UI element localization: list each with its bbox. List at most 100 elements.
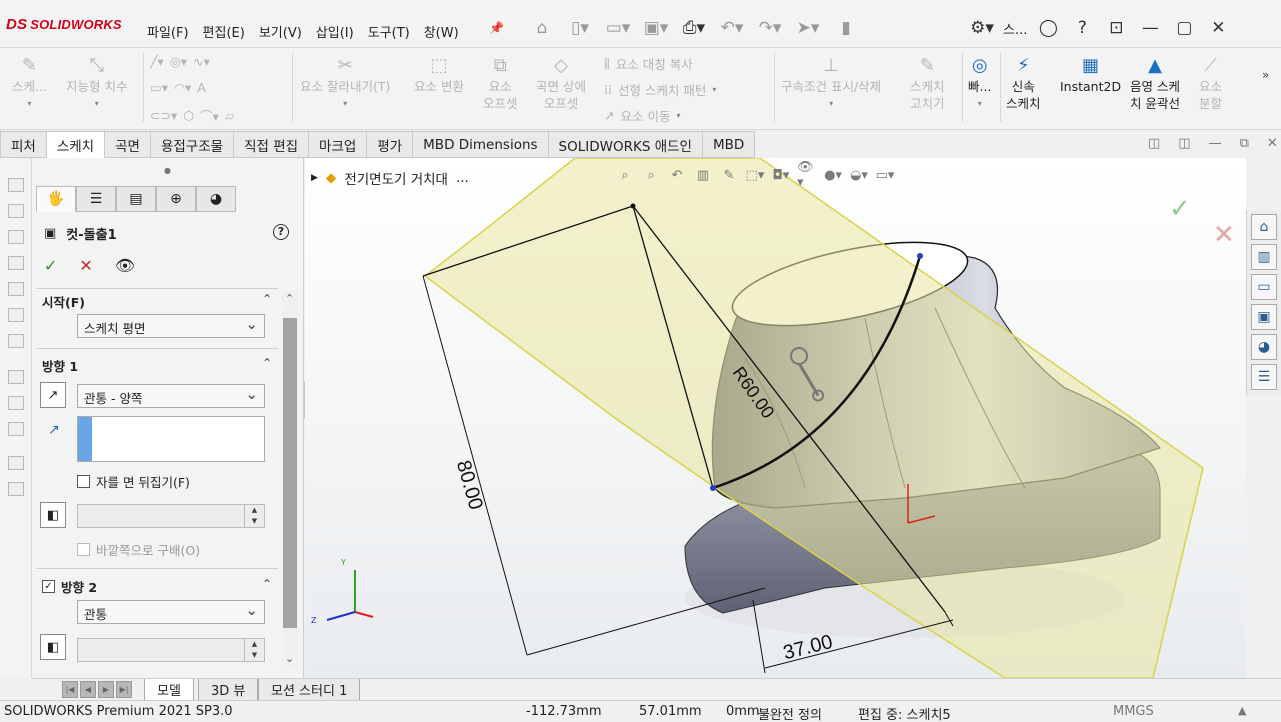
sweep-icon[interactable]: [8, 230, 24, 244]
graphics-area[interactable]: R60.00 80.00 37.00 Y Z ▶ ◆ 전기면도기 거치대 ...…: [305, 158, 1246, 678]
doc-restore-icon[interactable]: ⧉: [1240, 136, 1249, 151]
tab-3d-view[interactable]: 3D 뷰: [198, 679, 259, 701]
split-entities-button[interactable]: ⟋ 요소 분할: [1199, 54, 1222, 112]
sketch-point[interactable]: [917, 253, 923, 259]
tile-icon-2[interactable]: ◫: [1178, 136, 1190, 151]
next-tab-icon[interactable]: ▶: [98, 681, 114, 698]
tab-evaluate[interactable]: 평가: [367, 131, 414, 158]
solidworks-resources-icon[interactable]: ⌂: [1251, 214, 1277, 240]
pin-icon[interactable]: 📌: [489, 21, 504, 35]
line-icon[interactable]: ╱▾: [150, 54, 164, 69]
apply-scene-icon[interactable]: ◒▾: [849, 166, 869, 184]
flip-side-to-cut-checkbox[interactable]: 자를 면 뒤집기(F): [77, 472, 190, 491]
tab-weldments[interactable]: 용접구조물: [150, 131, 235, 158]
offset-on-surface-button[interactable]: ◇ 곡면 상에 오프셋: [536, 54, 586, 112]
arc-icon[interactable]: ◠▾: [174, 80, 191, 95]
save-icon[interactable]: ▣▾: [642, 14, 670, 42]
tile-icon[interactable]: ◫: [1148, 136, 1160, 151]
revolve-icon[interactable]: [8, 204, 24, 218]
fillet-icon[interactable]: ⌒▾: [200, 106, 219, 125]
view-settings-icon[interactable]: ▭▾: [875, 166, 895, 184]
solidworks-logo[interactable]: DS SOLIDWORKS: [6, 16, 122, 33]
reverse-direction-icon[interactable]: ↗: [40, 382, 66, 408]
reference-geometry-icon[interactable]: [8, 482, 24, 496]
maximize-icon[interactable]: ▢: [1167, 14, 1201, 42]
ok-button[interactable]: ✓: [44, 256, 57, 275]
unit-menu-icon[interactable]: ▲: [1238, 704, 1246, 717]
smart-dimension-button[interactable]: ⤡ 지능형 치수 ▾: [66, 54, 127, 112]
collapse-from-icon[interactable]: ⌃: [262, 292, 272, 306]
start-condition-select[interactable]: 스케치 평면: [77, 314, 265, 338]
display-delete-relations-button[interactable]: ⊥ 구속조건 표시/삭제 ▾: [781, 54, 881, 112]
menu-view[interactable]: 보기(V): [252, 16, 309, 47]
display-manager-tab-icon[interactable]: ◕: [196, 186, 236, 212]
draft-angle-input[interactable]: ▲ ▼: [77, 504, 265, 528]
open-icon[interactable]: ▭▾: [604, 14, 632, 42]
loft-icon[interactable]: [8, 256, 24, 270]
convert-entities-button[interactable]: ⬚ 요소 변환: [414, 54, 464, 95]
expand-tree-icon[interactable]: ▶: [311, 173, 318, 183]
close-icon[interactable]: ✕: [1201, 14, 1235, 42]
confirm-corner-cancel-icon[interactable]: ✕: [1213, 220, 1235, 250]
tab-addins[interactable]: SOLIDWORKS 애드인: [548, 131, 703, 158]
sketch-button[interactable]: ✎ 스케... ▾: [12, 54, 47, 112]
grip-icon[interactable]: ●: [164, 166, 171, 175]
display-style-icon[interactable]: ◘▾: [771, 166, 791, 184]
menu-window[interactable]: 창(W): [417, 16, 466, 47]
section-direction1-heading[interactable]: 방향 1: [42, 356, 78, 375]
circle-icon[interactable]: ◎▾: [170, 54, 187, 69]
file-explorer-icon[interactable]: ▭: [1251, 274, 1277, 300]
design-library-icon[interactable]: ▥: [1251, 244, 1277, 270]
draft2-toggle-icon[interactable]: ◧: [40, 634, 66, 660]
menu-edit[interactable]: 편집(E): [196, 16, 252, 47]
draft-icon[interactable]: [8, 396, 24, 410]
options-icon[interactable]: ⚙▾: [965, 14, 999, 42]
scroll-up-icon[interactable]: ⌃: [285, 292, 294, 305]
tab-mbd-dimensions[interactable]: MBD Dimensions: [413, 131, 549, 158]
spline-icon[interactable]: ∿▾: [193, 54, 210, 69]
draft-outward-checkbox[interactable]: 바깥쪽으로 구배(O): [77, 540, 200, 559]
tab-motion-study[interactable]: 모션 스터디 1: [258, 679, 361, 701]
dynamic-annotation-icon[interactable]: ✎: [719, 166, 739, 184]
restore-window-icon[interactable]: ⊡: [1099, 14, 1133, 42]
draft2-angle-input[interactable]: ▲ ▼: [77, 638, 265, 662]
boundary-icon[interactable]: [8, 282, 24, 296]
tab-surfaces[interactable]: 곡면: [105, 131, 151, 158]
repair-sketch-button[interactable]: ✎ 스케치 고치기: [910, 54, 945, 112]
cancel-button[interactable]: ✕: [79, 256, 92, 275]
section-view-icon[interactable]: ▥: [693, 166, 713, 184]
configuration-manager-tab-icon[interactable]: ▤: [116, 186, 156, 212]
slot-icon[interactable]: ⊂⊃▾: [150, 108, 177, 123]
help-button[interactable]: ?: [273, 224, 289, 240]
user-icon[interactable]: ◯: [1031, 14, 1065, 42]
collapse-direction2-icon[interactable]: ⌃: [262, 577, 272, 591]
tab-model[interactable]: 모델: [144, 679, 194, 701]
sketch-point[interactable]: [710, 485, 716, 491]
view-palette-icon[interactable]: ▣: [1251, 304, 1277, 330]
redo-icon[interactable]: ↷▾: [756, 14, 784, 42]
fillet-feature-icon[interactable]: [8, 308, 24, 322]
zoom-to-fit-icon[interactable]: ⌕: [615, 166, 635, 184]
tab-sketch[interactable]: 스케치: [46, 131, 106, 158]
end-condition2-select[interactable]: 관통: [77, 600, 265, 624]
plane-icon[interactable]: ▱: [225, 108, 235, 123]
appearances-icon[interactable]: ◕: [1251, 334, 1277, 360]
draft-toggle-icon[interactable]: ◧: [40, 502, 66, 528]
collapse-direction1-icon[interactable]: ⌃: [262, 356, 272, 370]
extrude-icon[interactable]: [8, 178, 24, 192]
spinner-arrows[interactable]: ▲ ▼: [244, 505, 264, 527]
feature-manager-tab-icon[interactable]: 🖐: [36, 186, 76, 212]
hide-show-icon[interactable]: 👁▾: [797, 160, 817, 190]
undo-icon[interactable]: ↶▾: [718, 14, 746, 42]
rapid-sketch-button[interactable]: ⚡ 신속 스케치: [1006, 54, 1041, 112]
end-condition-select[interactable]: 관통 - 양쪽: [77, 384, 265, 408]
offset-entities-button[interactable]: ⧉ 요소 오프셋: [483, 54, 518, 112]
part-name[interactable]: 전기면도기 거치대: [344, 168, 448, 188]
scroll-thumb[interactable]: [283, 318, 297, 628]
pattern-icon[interactable]: [8, 334, 24, 348]
new-icon[interactable]: ▯▾: [566, 14, 594, 42]
expand-commands-icon[interactable]: »: [1262, 68, 1269, 82]
help-icon[interactable]: ?: [1065, 14, 1099, 42]
rebuild-icon[interactable]: ▮: [832, 14, 860, 42]
shell-icon[interactable]: [8, 422, 24, 436]
